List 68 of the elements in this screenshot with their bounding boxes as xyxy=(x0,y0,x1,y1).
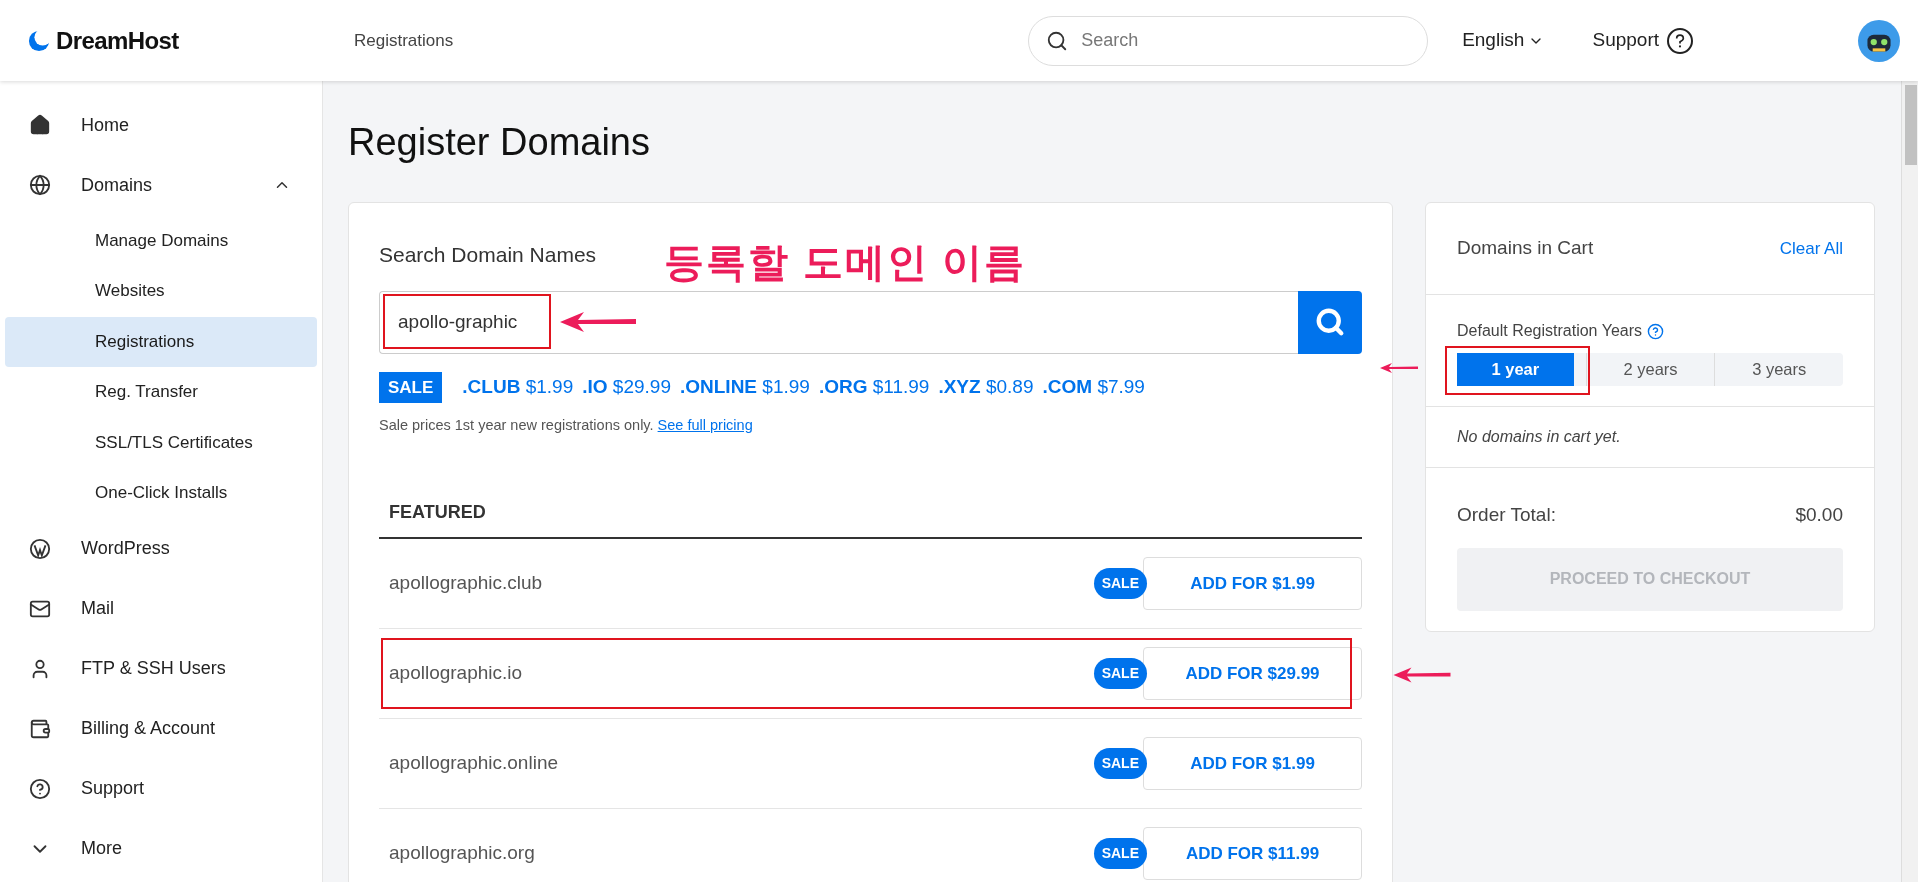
help-icon xyxy=(29,777,51,800)
total-amount: $0.00 xyxy=(1795,503,1843,527)
page-title: Register Domains xyxy=(348,123,651,161)
add-button[interactable]: ADD FOR $11.99 xyxy=(1143,826,1362,880)
sidebar-subitem[interactable]: SSL/TLS Certificates xyxy=(5,417,317,468)
domain-name: apollographic.club xyxy=(389,571,544,595)
language-menu[interactable]: English xyxy=(1462,26,1545,55)
help-icon[interactable] xyxy=(1647,322,1664,340)
cart-title: Domains in Cart xyxy=(1457,236,1594,261)
sale-price: .COM $7.99 xyxy=(1042,375,1145,399)
sale-note: Sale prices 1st year new registrations only. xyxy=(379,417,654,433)
sidebar-item[interactable]: Home xyxy=(5,95,317,155)
featured-heading: FEATURED xyxy=(379,498,1362,539)
add-button[interactable]: ADD FOR $1.99 xyxy=(1143,736,1362,790)
support-link[interactable]: Support xyxy=(1592,26,1693,55)
sale-price: .IO $29.99 xyxy=(582,375,671,399)
sidebar-subitem[interactable]: Websites xyxy=(5,266,317,316)
sale-badge: SALE xyxy=(1093,657,1147,689)
wallet-icon xyxy=(29,717,51,740)
year-option[interactable]: 2 years xyxy=(1585,353,1715,386)
sale-badge: SALE xyxy=(1093,747,1147,779)
sidebar-item[interactable]: Domains xyxy=(5,155,317,215)
years-label: Default Registration Years xyxy=(1457,321,1642,341)
sidebar-item[interactable]: Support xyxy=(5,758,317,819)
sidebar-item[interactable]: Mail xyxy=(5,578,317,639)
sidebar-subitem[interactable]: One-Click Installs xyxy=(5,468,317,518)
total-label: Order Total: xyxy=(1457,503,1556,527)
clear-all-link[interactable]: Clear All xyxy=(1779,235,1843,262)
domain-name: apollographic.io xyxy=(389,661,524,685)
wordpress-icon xyxy=(29,537,51,560)
section-heading: Search Domain Names xyxy=(379,242,597,268)
sale-price: .XYZ $0.89 xyxy=(938,375,1034,399)
brand-name: DreamHost xyxy=(56,25,179,56)
sidebar-item[interactable]: More xyxy=(5,818,317,879)
domain-name: apollographic.online xyxy=(389,751,559,775)
search-field[interactable]: Search xyxy=(1028,15,1429,66)
add-button[interactable]: ADD FOR $1.99 xyxy=(1143,556,1362,610)
sidebar-item[interactable]: WordPress xyxy=(5,518,317,579)
search-button[interactable] xyxy=(1298,290,1362,354)
annotation-text: 등록할 도메인 이름 xyxy=(664,238,1027,285)
year-option[interactable]: 3 years xyxy=(1714,353,1843,386)
year-option[interactable]: 1 year xyxy=(1457,353,1574,386)
sale-price: .CLUB $1.99 xyxy=(462,375,574,399)
sidebar-subitem[interactable]: Manage Domains xyxy=(5,215,317,266)
avatar-icon[interactable] xyxy=(1858,19,1900,62)
domain-search-field[interactable]: apollo-graphic xyxy=(379,290,1298,354)
home-icon xyxy=(29,114,51,136)
breadcrumb: Registrations xyxy=(354,29,454,52)
logo-icon xyxy=(28,29,50,52)
pointer-arrow xyxy=(1379,360,1419,376)
globe-icon xyxy=(29,174,51,196)
sale-price: .ONLINE $1.99 xyxy=(680,375,810,399)
search-icon xyxy=(1315,307,1345,337)
empty-cart-message: No domains in cart yet. xyxy=(1457,427,1621,447)
sale-badge: SALE xyxy=(1093,567,1147,599)
sidebar-item[interactable]: FTP & SSH Users xyxy=(5,638,317,699)
pricing-link[interactable]: See full pricing xyxy=(657,417,753,433)
scrollbar-thumb[interactable] xyxy=(1904,85,1917,165)
sale-badge: SALE xyxy=(379,371,443,403)
sidebar-subitem[interactable]: Reg. Transfer xyxy=(5,367,317,417)
sidebar-item[interactable]: Billing & Account xyxy=(5,698,317,759)
help-icon xyxy=(1667,27,1693,54)
add-button[interactable]: ADD FOR $29.99 xyxy=(1143,646,1362,700)
search-icon xyxy=(1046,29,1069,52)
sidebar-subitem[interactable]: Registrations xyxy=(5,316,317,367)
sale-price: .ORG $11.99 xyxy=(818,375,930,399)
domain-name: apollographic.org xyxy=(389,841,536,865)
sale-badge: SALE xyxy=(1093,837,1147,869)
